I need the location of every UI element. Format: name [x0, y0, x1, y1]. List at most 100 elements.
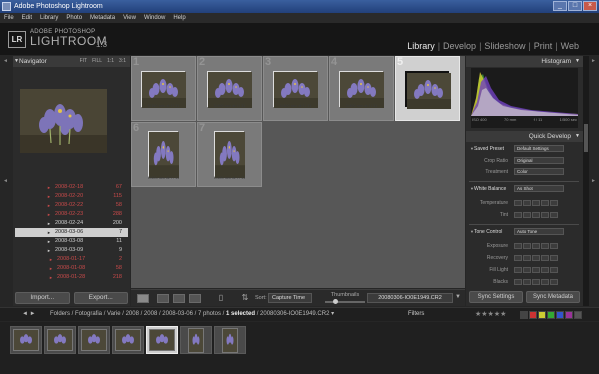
left-edge-arrow-icon[interactable]: ◄	[3, 178, 8, 184]
zoom-fit[interactable]: FIT	[80, 56, 88, 67]
photo-thumbnail[interactable]	[148, 131, 179, 178]
color-label-chip[interactable]	[529, 311, 537, 319]
folder-item[interactable]: ► 2008-01-08 58	[15, 264, 128, 273]
painter-icon[interactable]: ▯	[217, 293, 225, 303]
expand-triangle-icon[interactable]: ►	[49, 273, 53, 282]
color-label-chip[interactable]	[547, 311, 555, 319]
sync-metadata-button[interactable]: Sync Metadata	[526, 291, 580, 303]
photo-thumbnail[interactable]	[214, 131, 245, 178]
folder-item[interactable]: ► 2008-02-22 58	[15, 201, 128, 210]
grid-cell[interactable]: 5	[395, 56, 460, 121]
recovery-steppers[interactable]	[514, 255, 558, 261]
expand-triangle-icon[interactable]: ►	[47, 192, 51, 201]
expand-triangle-icon[interactable]: ►	[47, 210, 51, 219]
color-label-chip[interactable]	[538, 311, 546, 319]
maximize-button[interactable]: □	[568, 1, 582, 11]
photo-thumbnail[interactable]	[207, 71, 252, 108]
menu-help[interactable]: Help	[173, 13, 185, 23]
filmstrip-thumbnail[interactable]	[44, 326, 76, 354]
folder-item[interactable]: ► 2008-02-24 200	[15, 219, 128, 228]
exposure-steppers[interactable]	[514, 243, 558, 249]
folder-item[interactable]: ► 2008-02-23 288	[15, 210, 128, 219]
module-slideshow[interactable]: Slideshow	[484, 41, 525, 51]
star-rating-filter[interactable]: ★★★★★	[475, 308, 506, 321]
expand-triangle-icon[interactable]: ►	[47, 201, 51, 210]
grid-view-button[interactable]	[137, 294, 149, 303]
sync-settings-button[interactable]: Sync Settings	[469, 291, 523, 303]
module-library[interactable]: Library	[407, 41, 435, 51]
loupe-view-button[interactable]	[157, 294, 169, 303]
folder-item[interactable]: ► 2008-01-17 2	[15, 255, 128, 264]
export-button[interactable]: Export...	[73, 292, 128, 304]
folder-item[interactable]: ► 2008-02-18 67	[15, 183, 128, 192]
grid-cell[interactable]: 2 1/400 sec at f / 11	[197, 56, 262, 121]
thumbnail-slider-knob[interactable]	[333, 299, 338, 304]
menu-file[interactable]: File	[4, 13, 14, 23]
folder-item[interactable]: ► 2008-02-20 115	[15, 192, 128, 201]
treatment-select[interactable]: Color	[514, 168, 564, 175]
expand-triangle-icon[interactable]: ►	[49, 264, 53, 273]
filmstrip-thumbnail[interactable]	[78, 326, 110, 354]
auto-tone-button[interactable]: Auto Tone	[514, 228, 564, 235]
grid-cell[interactable]: 4 1/400 sec at f / 11	[329, 56, 394, 121]
quick-develop-header[interactable]: Quick Develop ▼	[466, 131, 583, 142]
menu-window[interactable]: Window	[144, 13, 165, 23]
zoom-fill[interactable]: FILL	[92, 56, 102, 67]
right-panel-toggle-icon[interactable]: ►	[591, 58, 596, 64]
folder-item[interactable]: ► 2008-01-28 218	[15, 273, 128, 282]
folder-item[interactable]: ► 2008-03-08 11	[15, 237, 128, 246]
menu-view[interactable]: View	[123, 13, 136, 23]
scrollbar-thumb[interactable]	[584, 124, 588, 152]
crop-ratio-select[interactable]: Original	[514, 157, 564, 164]
module-print[interactable]: Print	[534, 41, 553, 51]
expand-triangle-icon[interactable]: ►	[49, 255, 53, 264]
saved-preset-select[interactable]: Default Settings	[514, 145, 564, 152]
right-panel-scrollbar[interactable]	[583, 56, 589, 306]
compare-view-button[interactable]	[173, 294, 185, 303]
folder-item[interactable]: ► 2008-03-09 9	[15, 246, 128, 255]
grid-cell[interactable]: 6 1/400 sec at f / 11	[131, 122, 196, 187]
color-label-chip[interactable]	[520, 311, 528, 319]
sort-select[interactable]: Capture Time	[268, 293, 312, 303]
breadcrumb[interactable]: Folders / Fotografia / Varie / 2008 / 20…	[50, 308, 334, 321]
menu-metadata[interactable]: Metadata	[90, 13, 115, 23]
fill-light-steppers[interactable]	[514, 267, 558, 273]
minimize-button[interactable]: _	[553, 1, 567, 11]
sort-direction-icon[interactable]: ⇅	[241, 293, 249, 303]
import-button[interactable]: Import...	[15, 292, 70, 304]
thumbnail-slider-track[interactable]	[325, 301, 365, 303]
filmstrip-thumbnail[interactable]	[214, 326, 246, 354]
color-label-chip[interactable]	[556, 311, 564, 319]
expand-triangle-icon[interactable]: ►	[47, 246, 51, 255]
close-button[interactable]: ×	[583, 1, 597, 11]
navigator-preview[interactable]	[20, 89, 107, 153]
folder-item[interactable]: ► 2008-03-06 7	[15, 228, 128, 237]
color-label-chip[interactable]	[574, 311, 582, 319]
white-balance-select[interactable]: As Shot	[514, 185, 564, 192]
zoom-1-1[interactable]: 1:1	[107, 56, 114, 67]
menu-edit[interactable]: Edit	[22, 13, 32, 23]
zoom-3-1[interactable]: 3:1	[119, 56, 126, 67]
blacks-steppers[interactable]	[514, 279, 558, 285]
survey-view-button[interactable]	[189, 294, 201, 303]
filmstrip-thumbnail[interactable]	[112, 326, 144, 354]
histogram-header[interactable]: Histogram ▼	[466, 56, 583, 67]
photo-thumbnail[interactable]	[405, 71, 451, 109]
photo-thumbnail[interactable]	[141, 71, 186, 108]
right-edge-arrow-icon[interactable]: ►	[591, 178, 596, 184]
color-label-chip[interactable]	[565, 311, 573, 319]
grid-cell[interactable]: 1 1/160 sec at f / 11	[131, 56, 196, 121]
left-panel-toggle-icon[interactable]: ◄	[3, 58, 8, 64]
expand-triangle-icon[interactable]: ►	[47, 183, 51, 192]
thumbnail-size-slider[interactable]: Thumbnails	[323, 292, 367, 304]
tint-steppers[interactable]	[514, 212, 558, 218]
menu-library[interactable]: Library	[40, 13, 58, 23]
photo-thumbnail[interactable]	[273, 71, 318, 108]
temperature-steppers[interactable]	[514, 200, 558, 206]
module-develop[interactable]: Develop	[443, 41, 476, 51]
module-web[interactable]: Web	[561, 41, 579, 51]
navigator-header[interactable]: ▼ Navigator FIT FILL 1:1 3:1	[13, 56, 130, 67]
expand-triangle-icon[interactable]: ►	[47, 237, 51, 246]
menu-photo[interactable]: Photo	[66, 13, 82, 23]
grid-cell[interactable]: 7 1/400 sec at f / 11	[197, 122, 262, 187]
